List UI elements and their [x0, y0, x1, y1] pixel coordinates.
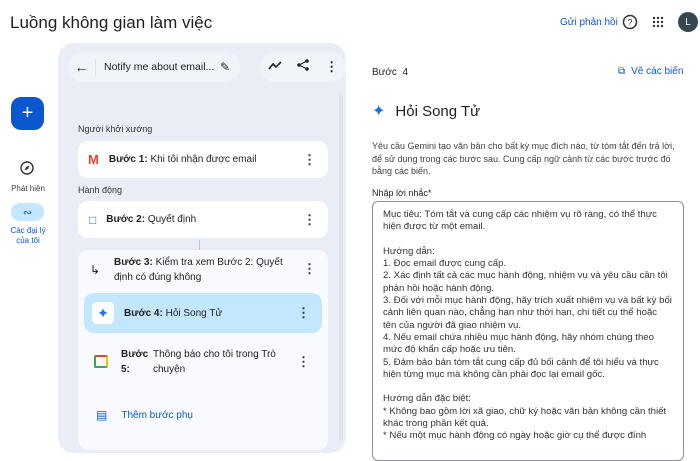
more-icon[interactable]: ⋮ [303, 261, 316, 276]
agents-icon[interactable]: ∾ [11, 203, 44, 221]
scrollbar[interactable] [339, 95, 343, 441]
detail-title: Hỏi Song Tử [395, 102, 481, 120]
send-feedback-link[interactable]: Gửi phản hồi [560, 17, 618, 28]
activity-icon[interactable] [268, 58, 282, 76]
edit-pencil-icon[interactable]: ✎ [220, 60, 230, 74]
add-substep-icon: ▤ [96, 408, 108, 422]
add-substep-button[interactable]: ▤ Thêm bước phụ [84, 400, 322, 430]
step-prefix: Bước 3: [114, 257, 153, 268]
more-icon[interactable]: ⋮ [303, 152, 316, 168]
flow-name[interactable]: Notify me about email... [104, 61, 220, 73]
step-prefix: Bước 5: [121, 349, 149, 375]
add-substep-label: Thêm bước phụ [121, 409, 193, 421]
actions-label: Hành động [78, 185, 123, 195]
more-icon[interactable]: ⋮ [303, 212, 316, 228]
plus-icon: + [21, 102, 34, 124]
apps-grid-icon[interactable] [648, 12, 668, 32]
draw-variables-label: Vẽ các biến [631, 66, 684, 77]
chat-icon [94, 355, 108, 368]
step-text: Quyết định [147, 214, 197, 225]
step-text: Hỏi Song Tử [165, 307, 223, 319]
step-text: Thông báo cho tôi trong Trò chuyện [153, 349, 276, 375]
branch-icon: ↳ [90, 263, 101, 277]
avatar[interactable]: L [678, 12, 698, 32]
svg-text:?: ? [627, 18, 632, 28]
help-icon[interactable]: ? [620, 12, 640, 32]
prompt-textarea[interactable]: Mục tiêu: Tóm tắt và cung cấp các nhiệm … [372, 201, 684, 461]
open-external-icon: ⧉ [618, 66, 626, 77]
compass-icon[interactable] [20, 161, 34, 180]
back-arrow-icon[interactable]: ← [68, 59, 96, 75]
flow-name-bar: ← Notify me about email... ✎ [68, 52, 240, 82]
decision-icon: □ [89, 212, 97, 227]
gmail-icon: M [88, 152, 99, 167]
step-2-card[interactable]: □ Bước 2: Quyết định ⋮ [78, 201, 328, 238]
page-title: Luồng không gian làm việc [10, 13, 213, 32]
step-prefix: Bước 4: [124, 307, 163, 319]
step-prefix: Bước 2: [106, 214, 146, 225]
step-4-card[interactable]: ✦ Bước 4: Hỏi Song Tử ⋮ [84, 293, 322, 333]
prompt-label: Nhập lời nhắc* [372, 188, 432, 198]
detail-description: Yêu cầu Gemini tạo văn bản cho bất kỳ mụ… [372, 141, 675, 176]
step-number: Bước 4 [372, 67, 409, 78]
more-icon[interactable]: ⋮ [297, 354, 310, 369]
create-button[interactable]: + [11, 97, 44, 130]
detail-header: ✦ Hỏi Song Tử [372, 101, 480, 121]
connector [199, 240, 200, 250]
trigger-label: Người khởi xướng [78, 124, 153, 134]
step-5-row[interactable]: Bước 5: Thông báo cho tôi trong Trò chuy… [84, 340, 322, 390]
step-prefix: Bước 1: [108, 154, 148, 165]
flow-actions: ⋮ [260, 52, 346, 82]
step-1-card[interactable]: M Bước 1: Khi tôi nhận được email ⋮ [78, 141, 328, 178]
more-icon[interactable]: ⋮ [297, 305, 310, 321]
draw-variables-link[interactable]: ⧉ Vẽ các biến [618, 66, 683, 77]
rail-discover[interactable]: Phát hiện [3, 184, 53, 194]
rail-my-agents[interactable]: Các đại lý của tôi [8, 226, 48, 246]
share-icon[interactable] [297, 58, 310, 76]
step-3-row[interactable]: ↳ Bước 3: Kiểm tra xem Bước 2: Quyết địn… [78, 253, 328, 289]
gemini-sparkle-icon: ✦ [92, 302, 114, 324]
more-icon[interactable]: ⋮ [325, 59, 338, 75]
step-text: Khi tôi nhận được email [150, 154, 257, 165]
gemini-sparkle-icon: ✦ [372, 103, 386, 120]
